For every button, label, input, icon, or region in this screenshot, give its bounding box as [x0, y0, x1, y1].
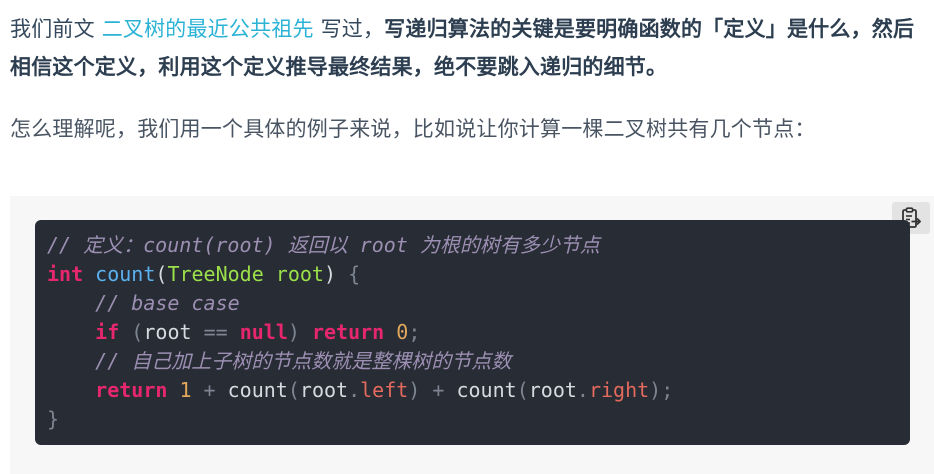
keyword-return: return [95, 378, 168, 402]
property-left: left [360, 378, 409, 402]
intro-middle: 写过， [313, 17, 385, 41]
paren: ( [155, 262, 168, 286]
call-count: count [456, 378, 517, 402]
paren: ( [287, 378, 300, 402]
paren: ) [323, 262, 337, 286]
operator-plus: + [191, 378, 228, 402]
example-paragraph: 怎么理解呢，我们用一个具体的例子来说，比如说让你计算一棵二叉树共有几个节点： [10, 117, 816, 141]
intro-prefix: 我们前文 [10, 17, 102, 41]
code-block-container: // 定义：count(root) 返回以 root 为根的树有多少节点 int… [10, 196, 934, 474]
keyword-int: int [47, 262, 84, 286]
keyword-null: null [239, 320, 288, 344]
code-comment-sum: // 自己加上子树的节点数就是整棵树的节点数 [95, 349, 512, 373]
paren: ) [287, 320, 300, 344]
var-root: root [143, 320, 192, 344]
paren: ) [408, 378, 421, 402]
code-comment-base-case: // base case [95, 291, 240, 315]
param-name: root [263, 262, 324, 286]
brace-close: } [47, 407, 60, 431]
number-literal: 0 [384, 320, 409, 344]
paren: ( [119, 320, 144, 344]
code-block: // 定义：count(root) 返回以 root 为根的树有多少节点 int… [35, 220, 910, 445]
var-root: root [528, 378, 577, 402]
brace-open: { [336, 262, 361, 286]
param-type: TreeNode [167, 262, 264, 286]
intro-paragraph: 我们前文 二叉树的最近公共祖先 写过，写递归算法的关键是要明确函数的「定义」是什… [10, 10, 920, 86]
property-right: right [588, 378, 650, 402]
semicolon: ; [408, 320, 421, 344]
operator-equals: == [191, 320, 240, 344]
operator-plus: + [420, 378, 457, 402]
dot: . [576, 378, 589, 402]
code-comment-definition: // 定义：count(root) 返回以 root 为根的树有多少节点 [47, 233, 600, 257]
paren-semicolon: ); [649, 378, 674, 402]
var-root: root [299, 378, 349, 402]
lca-article-link[interactable]: 二叉树的最近公共祖先 [102, 17, 314, 41]
dot: . [348, 378, 361, 402]
keyword-if: if [95, 320, 120, 344]
paren: ( [516, 378, 529, 402]
function-name-count: count [95, 262, 156, 286]
code-content: // 定义：count(root) 返回以 root 为根的树有多少节点 int… [47, 231, 910, 434]
call-count: count [227, 378, 288, 402]
keyword-return: return [299, 320, 385, 344]
number-literal: 1 [167, 378, 192, 402]
